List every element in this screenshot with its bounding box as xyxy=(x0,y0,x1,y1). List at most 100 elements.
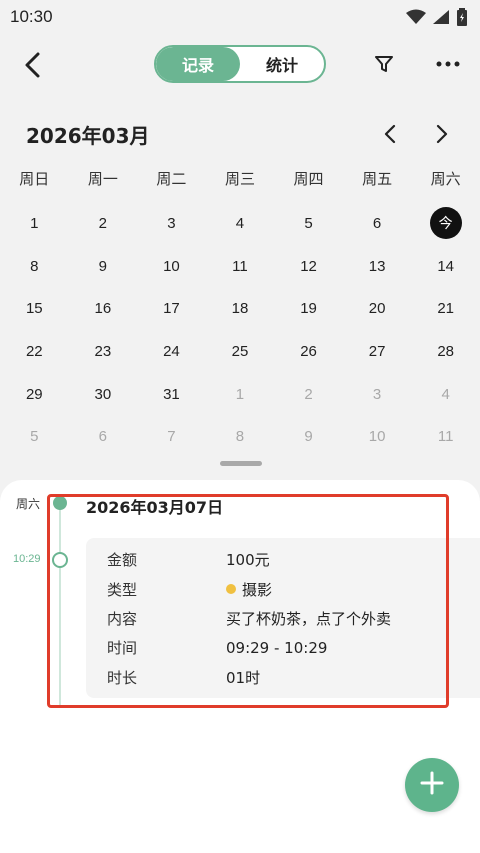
calendar-day[interactable]: 17 xyxy=(137,287,206,330)
calendar-day[interactable]: 22 xyxy=(0,330,69,373)
record-field-value-text: 01时 xyxy=(226,668,261,687)
calendar-day[interactable]: 21 xyxy=(411,287,480,330)
weekday-header: 周日 周一 周二 周三 周四 周五 周六 xyxy=(0,168,480,196)
more-dots-icon xyxy=(434,61,462,80)
calendar-day[interactable]: 11 xyxy=(411,415,480,458)
calendar-day[interactable]: 10 xyxy=(137,245,206,288)
record-field-value: 01时 xyxy=(226,667,260,688)
calendar-day[interactable]: 9 xyxy=(274,415,343,458)
timeline-record-dot xyxy=(52,552,68,568)
calendar-day[interactable]: 20 xyxy=(343,287,412,330)
calendar-week-row: 22 23 24 25 26 27 28 xyxy=(0,330,480,373)
today-marker: 今 xyxy=(429,207,462,240)
calendar-week-row: 29 30 31 1 2 3 4 xyxy=(0,373,480,416)
calendar-day[interactable]: 4 xyxy=(206,202,275,245)
record-field-label: 类型 xyxy=(107,580,138,599)
calendar-day[interactable]: 19 xyxy=(274,287,343,330)
calendar-day[interactable]: 5 xyxy=(274,202,343,245)
weekday-label: 周一 xyxy=(87,170,118,188)
timeline-time: 10:29 xyxy=(13,553,41,565)
calendar-day[interactable]: 8 xyxy=(0,245,69,288)
timeline-weekday: 周六 xyxy=(16,497,41,511)
calendar-day[interactable]: 2 xyxy=(69,202,138,245)
record-field-value: 09:29 - 10:29 xyxy=(226,639,327,657)
calendar-day[interactable]: 8 xyxy=(206,415,275,458)
drag-handle[interactable] xyxy=(220,461,262,466)
calendar-day[interactable]: 6 xyxy=(69,415,138,458)
calendar-day[interactable]: 9 xyxy=(69,245,138,288)
timeline-date: 2026年03月07日 xyxy=(86,498,224,517)
calendar-day[interactable]: 25 xyxy=(206,330,275,373)
record-field-row: 内容 买了杯奶茶，点了个外卖 xyxy=(86,604,480,633)
calendar-day[interactable]: 15 xyxy=(0,287,69,330)
month-header: 2026年03月 xyxy=(0,114,480,154)
record-field-label: 时长 xyxy=(107,668,138,687)
filter-icon xyxy=(372,56,396,80)
calendar-week-row: 123456今 xyxy=(0,202,480,245)
weekday-label: 周五 xyxy=(362,170,393,188)
next-month-button[interactable] xyxy=(430,120,454,148)
calendar-day[interactable]: 29 xyxy=(0,373,69,416)
wifi-icon xyxy=(406,9,426,25)
top-bar: 记录 统计 xyxy=(0,40,480,88)
calendar-day[interactable]: 14 xyxy=(411,245,480,288)
record-field-value: 摄影 xyxy=(226,579,272,600)
chevron-left-icon xyxy=(18,52,48,84)
month-title: 2026年03月 xyxy=(26,124,150,148)
record-field-value-text: 09:29 - 10:29 xyxy=(226,638,328,657)
more-button[interactable] xyxy=(434,52,462,76)
tab-statistics[interactable]: 统计 xyxy=(240,47,324,81)
status-icons xyxy=(406,8,468,26)
calendar-week-row: 5 6 7 8 9 10 11 xyxy=(0,415,480,458)
calendar-day[interactable]: 3 xyxy=(343,373,412,416)
calendar-day[interactable]: 1 xyxy=(0,202,69,245)
record-field-label: 内容 xyxy=(107,609,138,628)
add-record-button[interactable] xyxy=(405,758,459,812)
calendar-day[interactable]: 6 xyxy=(343,202,412,245)
record-field-row: 金额 100元 xyxy=(86,545,480,574)
calendar-day[interactable]: 12 xyxy=(274,245,343,288)
calendar-week-row: 8 9 10 11 12 13 14 xyxy=(0,245,480,288)
record-field-value: 买了杯奶茶，点了个外卖 xyxy=(226,608,391,629)
calendar-day[interactable]: 10 xyxy=(343,415,412,458)
calendar-day[interactable]: 3 xyxy=(137,202,206,245)
record-field-value: 100元 xyxy=(226,549,270,570)
calendar-day[interactable]: 31 xyxy=(137,373,206,416)
calendar-day[interactable]: 4 xyxy=(411,373,480,416)
calendar-day[interactable]: 1 xyxy=(206,373,275,416)
calendar-day[interactable]: 27 xyxy=(343,330,412,373)
calendar-week-row: 15 16 17 18 19 20 21 xyxy=(0,287,480,330)
timeline-line xyxy=(59,504,61,708)
record-card[interactable]: 金额 100元类型 摄影内容 买了杯奶茶，点了个外卖时间 09:29 - 10:29 时长… xyxy=(86,538,480,698)
calendar-day[interactable]: 18 xyxy=(206,287,275,330)
weekday-label: 周四 xyxy=(293,170,324,188)
calendar-day[interactable]: 30 xyxy=(69,373,138,416)
tab-records[interactable]: 记录 xyxy=(156,47,240,81)
timeline-day-dot xyxy=(53,496,67,510)
calendar-day[interactable]: 13 xyxy=(343,245,412,288)
filter-button[interactable] xyxy=(372,52,396,76)
calendar-day[interactable]: 2 xyxy=(274,373,343,416)
weekday-label: 周二 xyxy=(156,170,187,188)
status-time: 10:30 xyxy=(10,7,53,26)
calendar-day-today[interactable]: 今 xyxy=(411,202,480,245)
calendar-day[interactable]: 7 xyxy=(137,415,206,458)
calendar-grid: 1 2 3 4 5 6 今 8 9 10 11 12 13 14 15 16 17 18 19 20 21 22 23 24 2… xyxy=(0,202,480,458)
record-field-row: 类型 摄影 xyxy=(86,574,480,603)
calendar-day[interactable]: 24 xyxy=(137,330,206,373)
status-bar: 10:30 xyxy=(0,0,480,34)
calendar-day[interactable]: 28 xyxy=(411,330,480,373)
chevron-left-icon xyxy=(378,124,402,152)
type-color-dot xyxy=(226,584,236,595)
back-button[interactable] xyxy=(18,50,48,80)
weekday-label: 周六 xyxy=(430,170,461,188)
prev-month-button[interactable] xyxy=(378,120,402,148)
calendar-day[interactable]: 23 xyxy=(69,330,138,373)
calendar-day[interactable]: 26 xyxy=(274,330,343,373)
record-field-label: 时间 xyxy=(107,639,138,658)
calendar-day[interactable]: 16 xyxy=(69,287,138,330)
calendar-day[interactable]: 5 xyxy=(0,415,69,458)
record-field-value-text: 100元 xyxy=(226,551,270,570)
record-field-row: 时长 01时 xyxy=(86,663,480,692)
calendar-day[interactable]: 11 xyxy=(206,245,275,288)
